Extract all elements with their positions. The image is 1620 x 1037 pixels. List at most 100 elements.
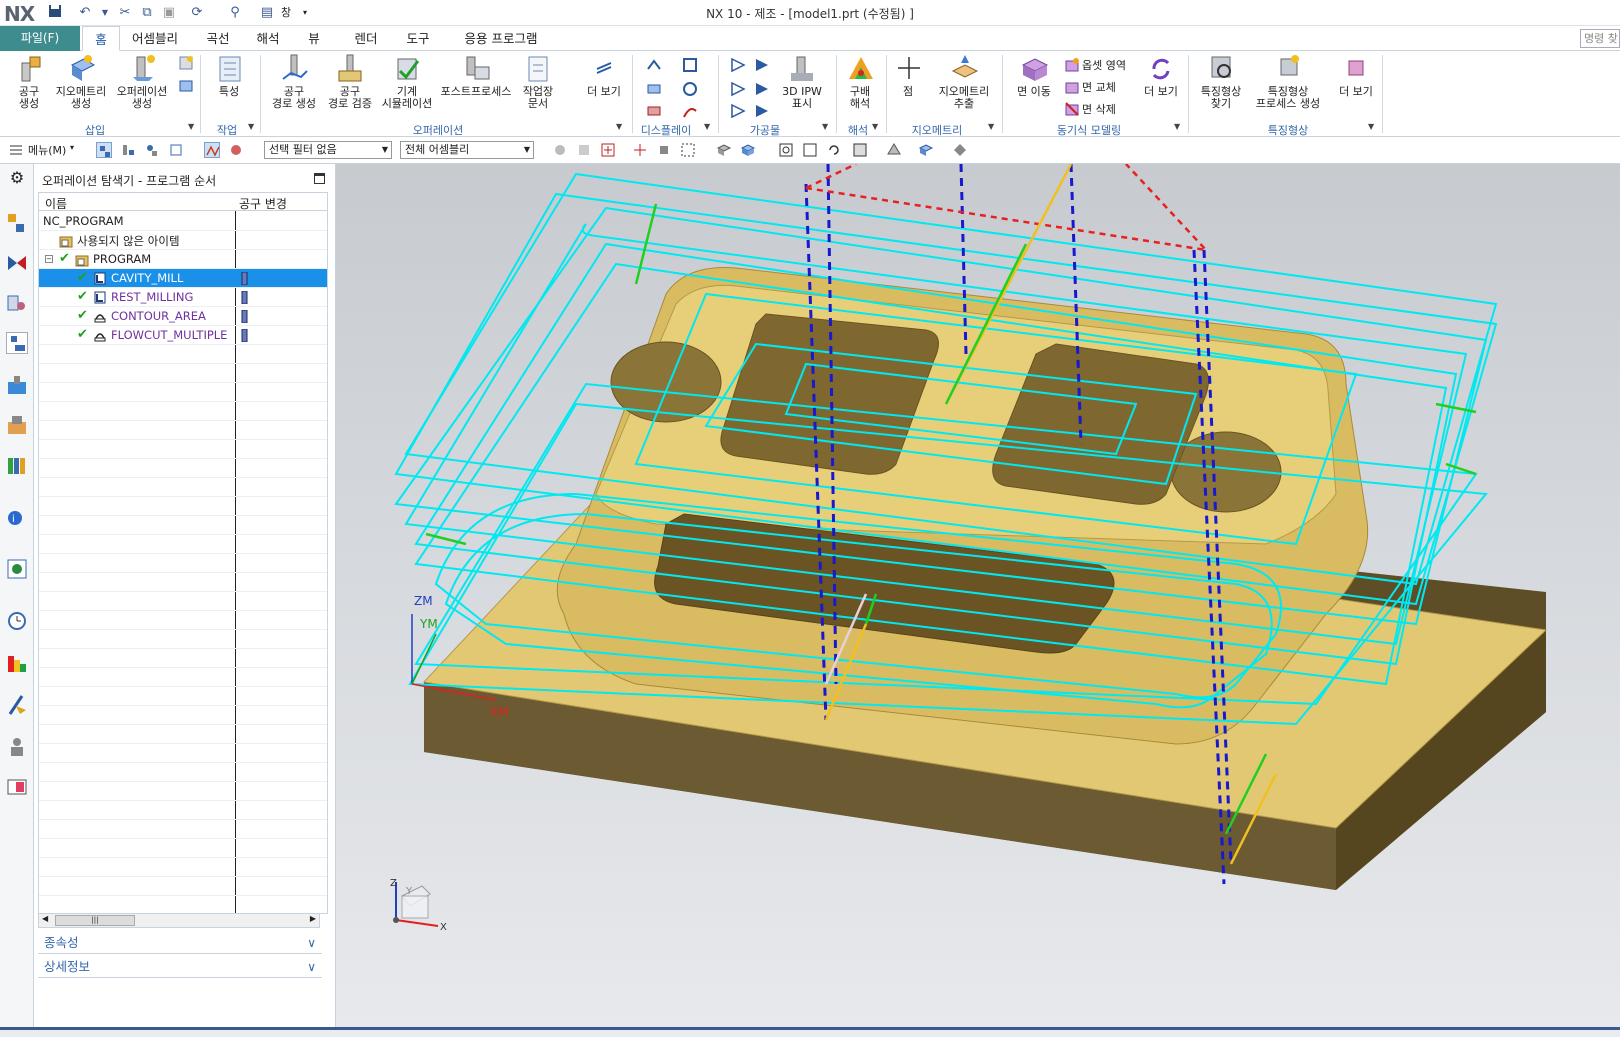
group-work-dropdown-icon[interactable]: ▼ <box>248 122 254 131</box>
workpiece-ipw3-icon[interactable] <box>730 103 746 119</box>
display-curve-icon[interactable] <box>682 103 698 119</box>
create-program-icon[interactable] <box>178 55 194 71</box>
more-features-button[interactable]: 더 보기 <box>1336 53 1376 98</box>
find-features-button[interactable]: 특징형상 찾기 <box>1196 53 1246 110</box>
verify-toolpath-button[interactable]: 공구 경로 검증 <box>322 53 378 110</box>
point-snap-icon[interactable] <box>632 142 648 158</box>
assembly-navigator-icon[interactable] <box>6 212 28 234</box>
point-button[interactable]: 점 <box>894 53 922 98</box>
slope-analysis-button[interactable]: 구배 해석 <box>840 53 880 110</box>
tree-row-contour-area[interactable]: ✔ CONTOUR_AREA <box>39 307 327 326</box>
tab-view[interactable]: 뷰 <box>302 26 326 51</box>
extract-geometry-button[interactable]: 지오메트리 추출 <box>930 53 998 110</box>
snap-toggle-icon[interactable] <box>576 142 592 158</box>
scroll-thumb[interactable]: ||| <box>55 915 135 926</box>
scroll-right-icon[interactable]: ▶ <box>310 914 316 923</box>
orient-view-icon[interactable] <box>852 142 868 158</box>
assembly-scope-select[interactable]: 전체 어셈블리 ▼ <box>400 141 534 159</box>
machine-simulation-button[interactable]: 기계 시뮬레이션 <box>378 53 436 110</box>
constraint-navigator-icon[interactable] <box>6 252 28 274</box>
cube-view-icon[interactable] <box>740 142 756 158</box>
feature-button[interactable]: 특성 <box>208 53 250 98</box>
details-section[interactable]: 상세정보 ∨ <box>38 956 322 978</box>
workpiece-ipw-icon[interactable] <box>730 81 746 97</box>
system-scene-icon[interactable] <box>6 776 28 798</box>
tab-analysis[interactable]: 해석 <box>248 26 288 51</box>
create-operation-button[interactable]: 오퍼레이션 생성 <box>112 53 172 110</box>
file-tab[interactable]: 파일(F) <box>0 26 80 51</box>
snap-settings-icon[interactable] <box>552 142 568 158</box>
delete-face-icon[interactable] <box>1064 101 1080 117</box>
postprocess-button[interactable]: 포스트프로세스 <box>438 53 514 98</box>
create-method-icon[interactable] <box>178 77 194 93</box>
group-geometry-dropdown-icon[interactable]: ▼ <box>988 122 994 131</box>
tree-row-flowcut-multiple[interactable]: ✔ FLOWCUT_MULTIPLE <box>39 326 327 345</box>
zoom-view-icon[interactable] <box>802 142 818 158</box>
group-operation-dropdown-icon[interactable]: ▼ <box>616 122 622 131</box>
workpiece-play-icon[interactable] <box>730 57 746 73</box>
tab-render[interactable]: 렌더 <box>346 26 386 51</box>
tree-row-nc-program[interactable]: NC_PROGRAM <box>39 212 327 231</box>
workpiece-step-icon[interactable] <box>754 57 770 73</box>
web-browser-icon[interactable] <box>6 558 28 580</box>
offset-region-icon[interactable] <box>1064 57 1080 73</box>
dependencies-section[interactable]: 종속성 ∨ <box>38 932 322 954</box>
toolpath-filter-icon[interactable] <box>204 142 220 158</box>
process-studio-icon[interactable] <box>6 652 28 674</box>
horizontal-scrollbar[interactable]: ◀ ||| ▶ <box>38 913 320 928</box>
feature-process-button[interactable]: 특징형상 프로세스 생성 <box>1250 53 1326 110</box>
show-3d-ipw-button[interactable]: 3D IPW 표시 <box>776 53 828 110</box>
create-geometry-button[interactable]: 지오메트리 생성 <box>50 53 112 110</box>
workpiece-ipw2-icon[interactable] <box>754 81 770 97</box>
more-operation-button[interactable]: 더 보기 <box>584 53 624 98</box>
group-display-dropdown-icon[interactable]: ▼ <box>704 122 710 131</box>
machine-tool-view-icon[interactable] <box>120 142 136 158</box>
group-insert-dropdown-icon[interactable]: ▼ <box>188 122 194 131</box>
create-tool-button[interactable]: 공구 생성 <box>8 53 50 110</box>
selection-filter-select[interactable]: 선택 필터 없음 ▼ <box>264 141 392 159</box>
view-cube-icon[interactable] <box>918 142 934 158</box>
reuse-library-icon[interactable] <box>6 454 28 476</box>
settings-gear-icon[interactable]: ⚙ <box>6 168 28 190</box>
display-circle-icon[interactable] <box>682 81 698 97</box>
display-list-icon[interactable] <box>646 103 662 119</box>
collapse-icon[interactable]: − <box>45 255 53 263</box>
menu-button[interactable]: 메뉴(M) <box>28 142 66 158</box>
render-style-icon[interactable] <box>886 142 902 158</box>
wcs-icon[interactable] <box>952 142 968 158</box>
machine-tool-navigator-icon[interactable] <box>6 374 28 396</box>
program-order-view-icon[interactable] <box>96 142 112 158</box>
history-icon[interactable] <box>6 610 28 632</box>
maximize-panel-icon[interactable] <box>314 173 325 184</box>
offset-region-label[interactable]: 옵셋 영역 <box>1082 57 1126 73</box>
column-name[interactable]: 이름 <box>45 195 67 212</box>
tab-assembly[interactable]: 어셈블리 <box>124 26 186 51</box>
rotate-view-icon[interactable] <box>826 142 842 158</box>
display-geometry-icon[interactable] <box>682 57 698 73</box>
replace-face-label[interactable]: 면 교체 <box>1082 79 1116 95</box>
part-navigator-icon[interactable] <box>6 292 28 314</box>
group-analysis-dropdown-icon[interactable]: ▼ <box>872 122 878 131</box>
workpiece-ipw4-icon[interactable] <box>754 103 770 119</box>
graphics-window[interactable]: ZM YM XM Z Y X <box>336 164 1620 1027</box>
command-finder-input[interactable]: 명령 찾 <box>1580 29 1620 48</box>
part-model-with-toolpaths[interactable]: ZM YM XM Z Y X <box>336 164 1620 1027</box>
more-sync-button[interactable]: 더 보기 <box>1140 53 1182 98</box>
generate-toolpath-button[interactable]: 공구 경로 생성 <box>266 53 322 110</box>
column-tool-change[interactable]: 공구 변경 <box>239 195 287 212</box>
geometry-view-icon[interactable] <box>144 142 160 158</box>
machining-feature-navigator-icon[interactable] <box>6 414 28 436</box>
group-workpiece-dropdown-icon[interactable]: ▼ <box>822 122 828 131</box>
manufacturing-wizard-icon[interactable] <box>6 694 28 716</box>
group-features-dropdown-icon[interactable]: ▼ <box>1368 122 1374 131</box>
tree-row-program[interactable]: − ✔ PROGRAM <box>39 250 327 269</box>
hd3d-tools-icon[interactable]: i <box>6 506 28 528</box>
menu-icon[interactable] <box>8 142 24 158</box>
tab-curve[interactable]: 곡선 <box>198 26 238 51</box>
display-layer-icon[interactable] <box>646 81 662 97</box>
delete-face-label[interactable]: 면 삭제 <box>1082 101 1116 117</box>
menu-dropdown-icon[interactable]: ▾ <box>70 143 74 152</box>
rectangle-select-icon[interactable] <box>680 142 696 158</box>
tree-row-unused-items[interactable]: 사용되지 않은 아이템 <box>39 231 327 250</box>
display-toolpath-icon[interactable] <box>646 57 662 73</box>
